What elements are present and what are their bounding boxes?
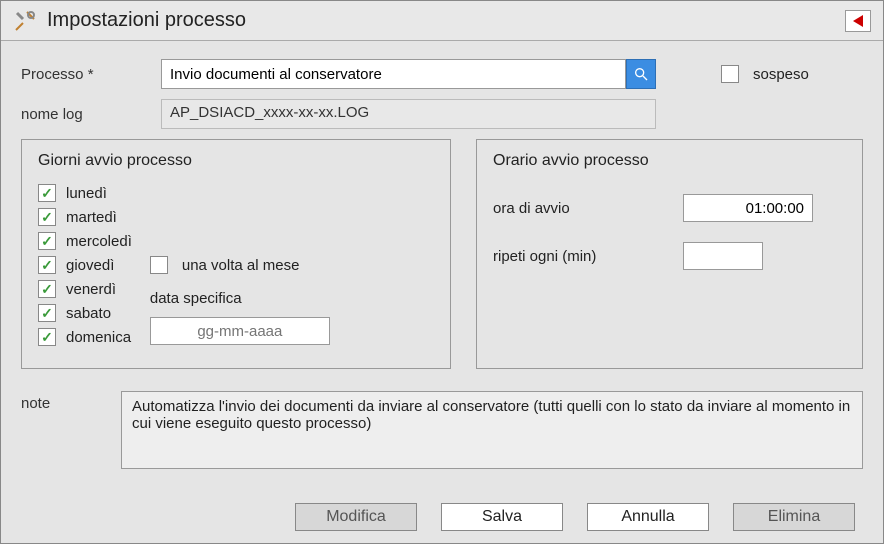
day-checkbox[interactable] bbox=[38, 208, 56, 226]
button-bar: Modifica Salva Annulla Elimina bbox=[295, 503, 855, 531]
search-button[interactable] bbox=[626, 59, 656, 89]
panels-row: Giorni avvio processo lunedì martedì mer… bbox=[21, 139, 863, 369]
search-icon bbox=[633, 66, 649, 82]
day-checkbox[interactable] bbox=[38, 256, 56, 274]
day-checkbox[interactable] bbox=[38, 232, 56, 250]
day-item: martedì bbox=[38, 208, 132, 226]
day-label: domenica bbox=[66, 329, 131, 346]
day-item: sabato bbox=[38, 304, 132, 322]
ora-avvio-label: ora di avvio bbox=[493, 200, 683, 217]
ripeti-row: ripeti ogni (min) bbox=[493, 242, 846, 270]
nome-log-label: nome log bbox=[21, 106, 161, 123]
days-body: lunedì martedì mercoledì giovedì venerdì… bbox=[38, 184, 434, 346]
titlebar: Impostazioni processo bbox=[1, 1, 883, 41]
once-month-label: una volta al mese bbox=[182, 257, 300, 274]
day-extra: una volta al mese data specifica bbox=[150, 184, 330, 346]
processo-row: Processo * sospeso bbox=[21, 59, 863, 89]
time-body: ora di avvio ripeti ogni (min) bbox=[493, 184, 846, 270]
day-checkbox[interactable] bbox=[38, 328, 56, 346]
sospeso-label: sospeso bbox=[753, 66, 809, 83]
window-title: Impostazioni processo bbox=[47, 9, 845, 32]
day-item: domenica bbox=[38, 328, 132, 346]
day-label: mercoledì bbox=[66, 233, 132, 250]
days-panel-title: Giorni avvio processo bbox=[38, 152, 434, 170]
days-panel: Giorni avvio processo lunedì martedì mer… bbox=[21, 139, 451, 369]
modifica-button[interactable]: Modifica bbox=[295, 503, 417, 531]
back-button[interactable] bbox=[845, 10, 871, 32]
day-checkbox[interactable] bbox=[38, 280, 56, 298]
once-month-row: una volta al mese bbox=[150, 256, 330, 274]
data-specifica-input[interactable] bbox=[150, 317, 330, 345]
elimina-button[interactable]: Elimina bbox=[733, 503, 855, 531]
content-area: Processo * sospeso nome log AP_DSIACD_xx… bbox=[1, 41, 883, 479]
annulla-button[interactable]: Annulla bbox=[587, 503, 709, 531]
day-checkbox[interactable] bbox=[38, 304, 56, 322]
day-item: giovedì bbox=[38, 256, 132, 274]
note-textarea[interactable]: Automatizza l'invio dei documenti da inv… bbox=[121, 391, 863, 469]
time-panel: Orario avvio processo ora di avvio ripet… bbox=[476, 139, 863, 369]
ripeti-input[interactable] bbox=[683, 242, 763, 270]
day-list: lunedì martedì mercoledì giovedì venerdì… bbox=[38, 184, 132, 346]
day-label: martedì bbox=[66, 209, 117, 226]
ora-avvio-input[interactable] bbox=[683, 194, 813, 222]
day-checkbox[interactable] bbox=[38, 184, 56, 202]
salva-button[interactable]: Salva bbox=[441, 503, 563, 531]
processo-label: Processo * bbox=[21, 66, 161, 83]
data-specifica-label: data specifica bbox=[150, 290, 330, 307]
day-label: giovedì bbox=[66, 257, 114, 274]
processo-input-wrap bbox=[161, 59, 656, 89]
nome-log-row: nome log AP_DSIACD_xxxx-xx-xx.LOG bbox=[21, 99, 863, 129]
day-item: mercoledì bbox=[38, 232, 132, 250]
day-label: venerdì bbox=[66, 281, 116, 298]
day-item: venerdì bbox=[38, 280, 132, 298]
process-settings-window: Impostazioni processo Processo * sospeso… bbox=[0, 0, 884, 544]
ora-avvio-row: ora di avvio bbox=[493, 194, 846, 222]
day-label: sabato bbox=[66, 305, 111, 322]
once-month-checkbox[interactable] bbox=[150, 256, 168, 274]
nome-log-value: AP_DSIACD_xxxx-xx-xx.LOG bbox=[161, 99, 656, 129]
ripeti-label: ripeti ogni (min) bbox=[493, 248, 683, 265]
day-label: lunedì bbox=[66, 185, 107, 202]
note-label: note bbox=[21, 391, 121, 469]
time-panel-title: Orario avvio processo bbox=[493, 152, 846, 170]
note-row: note Automatizza l'invio dei documenti d… bbox=[21, 391, 863, 469]
processo-input[interactable] bbox=[161, 59, 626, 89]
day-item: lunedì bbox=[38, 184, 132, 202]
sospeso-wrap: sospeso bbox=[721, 65, 809, 83]
sospeso-checkbox[interactable] bbox=[721, 65, 739, 83]
tools-icon bbox=[13, 9, 37, 33]
arrow-left-icon bbox=[853, 15, 863, 27]
